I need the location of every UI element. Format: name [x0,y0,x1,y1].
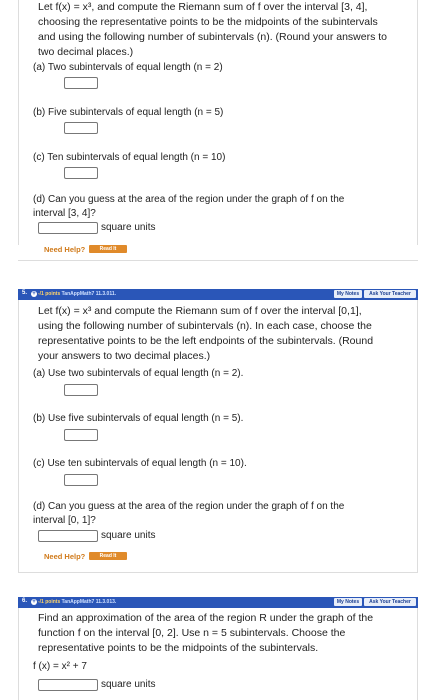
statement-line: Let f(x) = x³, and compute the Riemann s… [38,1,368,13]
q5-units-label: square units [101,530,156,541]
statement-line: Let f(x) = x³ and compute the Riemann su… [38,305,362,317]
question-number: 5. [22,290,28,296]
panel-border-left [18,608,19,700]
q4-part-d-input[interactable] [38,222,98,234]
q4-part-c-input[interactable] [64,167,98,179]
q4-read-it-button[interactable]: Read It [89,245,127,253]
statement-line: choosing the representative points to be… [38,16,378,28]
statement-line: representative points to be the midpoint… [38,642,319,654]
panel-border-left [18,300,19,572]
statement-line: and using the following number of subint… [38,31,388,43]
question-5-header: 5. + -/1 points TanAppMath7 11.3.011. My… [18,289,418,300]
q5-part-a-input[interactable] [64,384,98,396]
panel-border-left [18,0,19,245]
q5-part-d-line: interval [0, 1]? [33,515,96,526]
question-number: 6. [22,598,28,604]
q5-part-d-line: (d) Can you guess at the area of the reg… [33,501,345,512]
question-5-statement: Let f(x) = x³ and compute the Riemann su… [29,304,419,364]
ask-teacher-button[interactable]: Ask Your Teacher [364,290,416,298]
question-6-statement: Find an approximation of the area of the… [29,611,419,656]
q5-read-it-button[interactable]: Read It [89,552,127,560]
statement-line: representative points to be the left end… [38,335,374,347]
q5-part-b-label: (b) Use five subintervals of equal lengt… [33,413,244,424]
expand-icon[interactable]: + [31,291,37,297]
statement-line: your answers to two decimal places.) [38,350,211,362]
expand-icon[interactable]: + [31,599,37,605]
q5-part-b-input[interactable] [64,429,98,441]
q5-need-help-label: Need Help? [44,552,86,561]
q4-part-a-label: (a) Two subintervals of equal length (n … [33,62,223,73]
points-label: -/1 points [38,291,61,297]
q4-part-d-line: interval [3, 4]? [33,208,96,219]
ask-teacher-button[interactable]: Ask Your Teacher [364,598,416,606]
q4-part-a-input[interactable] [64,77,98,89]
q5-part-c-input[interactable] [64,474,98,486]
q4-part-d-line: (d) Can you guess at the area of the reg… [33,194,345,205]
q5-part-c-label: (c) Use ten subintervals of equal length… [33,458,247,469]
q5-part-d-input[interactable] [38,530,98,542]
source-label: TanAppMath7 11.3.013. [61,599,117,605]
q4-part-b-input[interactable] [64,122,98,134]
q4-need-help-label: Need Help? [44,245,86,254]
statement-line: using the following number of subinterva… [38,320,372,332]
q5-part-a-label: (a) Use two subintervals of equal length… [33,368,244,379]
statement-line: Find an approximation of the area of the… [38,612,374,624]
divider [18,572,418,573]
points-label: -/1 points [38,599,61,605]
statement-line: function f on the interval [0, 2]. Use n… [38,627,346,639]
q6-units-label: square units [101,679,156,690]
q6-function-label: f (x) = x² + 7 [33,661,87,672]
q4-part-b-label: (b) Five subintervals of equal length (n… [33,107,224,118]
q4-units-label: square units [101,222,156,233]
my-notes-button[interactable]: My Notes [334,598,362,606]
points-and-source: -/1 points TanAppMath7 11.3.013. [38,599,116,605]
question-6-header: 6. + -/1 points TanAppMath7 11.3.013. My… [18,597,418,608]
question-4-statement: Let f(x) = x³, and compute the Riemann s… [29,0,419,60]
q6-answer-input[interactable] [38,679,98,691]
statement-line: two decimal places.) [38,46,134,58]
my-notes-button[interactable]: My Notes [334,290,362,298]
q4-part-c-label: (c) Ten subintervals of equal length (n … [33,152,226,163]
source-label: TanAppMath7 11.3.011. [61,291,116,297]
divider [18,260,418,261]
points-and-source: -/1 points TanAppMath7 11.3.011. [38,291,116,297]
